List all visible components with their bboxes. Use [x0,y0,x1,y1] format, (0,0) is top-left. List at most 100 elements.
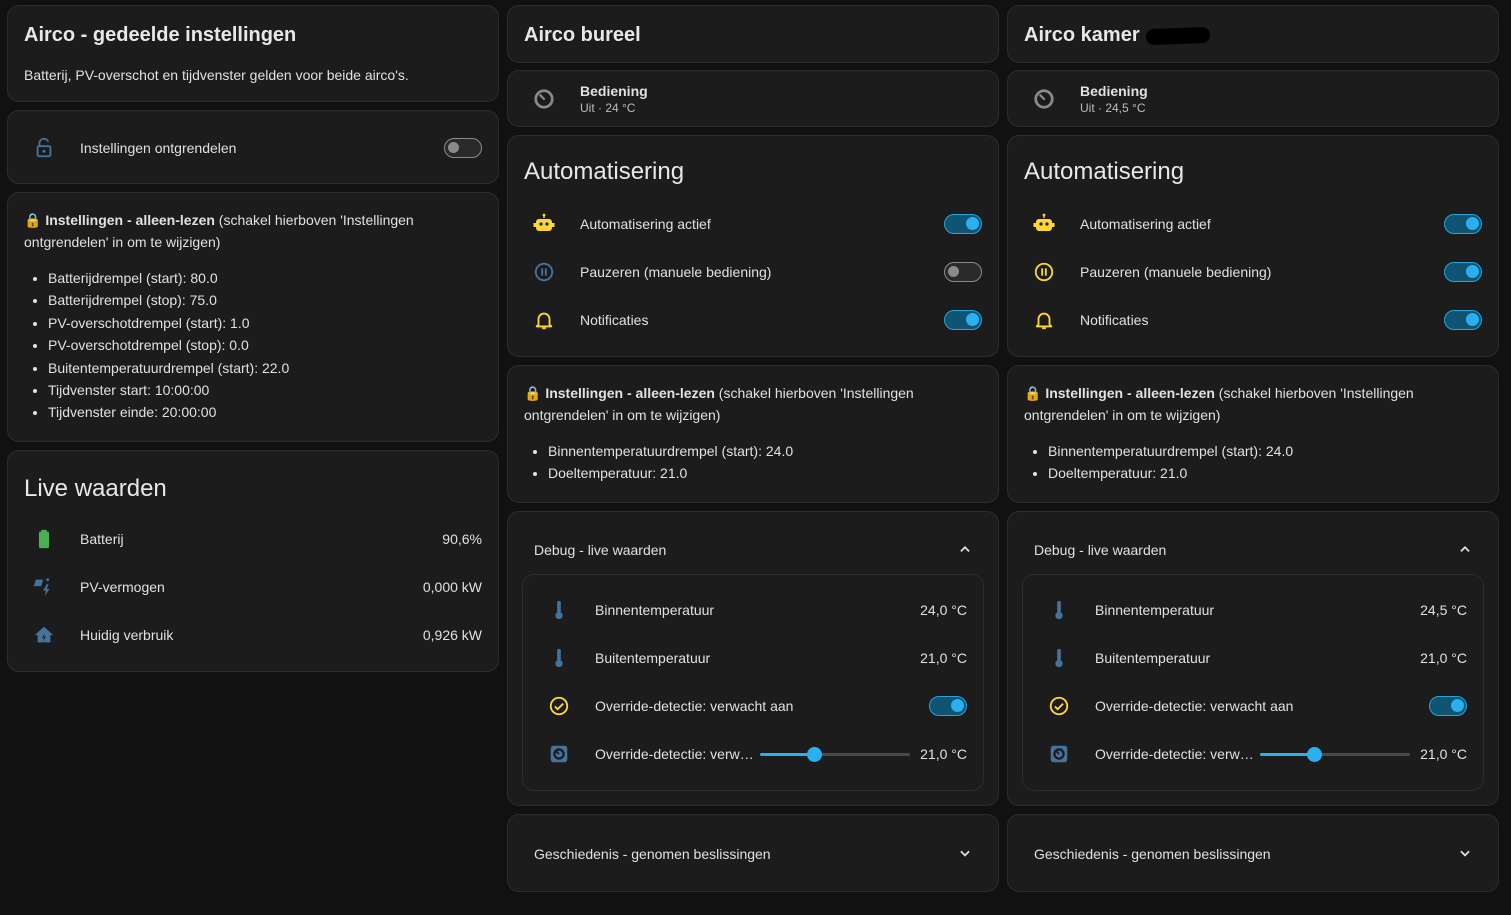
debug-expander-card: Debug - live waarden Binnentemperatuur 2… [1007,511,1499,806]
shared-settings-list: Batterijdrempel (start): 80.0 Batterijdr… [48,267,482,424]
check-circle-icon [1039,686,1079,726]
unit-title: Airco kamer [1024,24,1140,46]
unit-title: Airco bureel [524,24,641,46]
live-row-consumption[interactable]: Huidig verbruik 0,926 kW [24,615,482,655]
debug-inner-card: Binnentemperatuur 24,5 °C Buitentemperat… [1022,574,1484,791]
debug-expander-header[interactable]: Debug - live waarden [1034,540,1472,560]
solar-power-icon [24,567,64,607]
list-item: Doeltemperatuur: 21.0 [548,462,982,484]
debug-label: Override-detectie: verwacht aan [595,698,794,714]
unit-header-card: Airco bureel [507,5,999,63]
list-item: Tijdvenster einde: 20:00:00 [48,401,482,423]
pause-circle-icon [524,252,564,292]
debug-row-override-expected[interactable]: Override-detectie: verwacht aan [1039,686,1467,726]
automation-active-row[interactable]: Automatisering actief [1024,204,1482,244]
debug-row-override-slider[interactable]: Override-detectie: verw… 21,0 °C [539,734,967,774]
pause-circle-icon [1024,252,1064,292]
thermostat-box-icon [539,734,579,774]
unlock-card: Instellingen ontgrendelen [7,110,499,184]
notifications-toggle[interactable] [1444,310,1482,330]
notifications-row[interactable]: Notificaties [524,300,982,340]
unlock-toggle[interactable] [444,138,482,158]
list-item: Buitentemperatuurdrempel (start): 22.0 [48,357,482,379]
thermometer-icon [539,590,579,630]
history-title: Geschiedenis - genomen beslissingen [1034,846,1271,862]
live-value: 90,6% [442,531,482,547]
slider-fill [1260,753,1315,756]
unit-control-card[interactable]: Bediening Uit · 24,5 °C [1007,70,1499,127]
pause-toggle[interactable] [1444,262,1482,282]
debug-row-outdoor-temp[interactable]: Buitentemperatuur 21,0 °C [539,638,967,678]
unit-settings-list: Binnentemperatuurdrempel (start): 24.0 D… [548,440,982,485]
debug-label: Binnentemperatuur [595,602,715,618]
live-row-battery[interactable]: Batterij 90,6% [24,519,482,559]
robot-icon [524,204,564,244]
debug-inner-card: Binnentemperatuur 24,0 °C Buitentemperat… [522,574,984,791]
live-title: Live waarden [24,475,167,502]
unit-header-card: Airco kamer [1007,5,1499,63]
automation-active-toggle[interactable] [944,214,982,234]
history-expander-card: Geschiedenis - genomen beslissingen [507,814,999,892]
climate-entity-row[interactable]: Bediening Uit · 24 °C [524,79,982,119]
unit-readonly-card: 🔒 Instellingen - alleen-lezen (schakel h… [507,365,999,503]
pause-row[interactable]: Pauzeren (manuele bediening) [1024,252,1482,292]
live-label: PV-vermogen [80,579,165,595]
list-item: Batterijdrempel (start): 80.0 [48,267,482,289]
readonly-heading: 🔒 Instellingen - alleen-lezen [24,212,215,228]
bell-icon [524,300,564,340]
automation-card: Automatisering Automatisering actief Pau… [1007,135,1499,357]
slider-handle[interactable] [807,747,823,762]
toggle-label: Pauzeren (manuele bediening) [1080,264,1272,280]
debug-row-override-slider[interactable]: Override-detectie: verw… 21,0 °C [1039,734,1467,774]
slider-handle[interactable] [1307,747,1323,762]
unit-readonly-text: 🔒 Instellingen - alleen-lezen (schakel h… [524,382,982,485]
chevron-up-icon[interactable] [1458,542,1472,559]
control-state: Uit · 24,5 °C [1080,101,1146,115]
pause-toggle[interactable] [944,262,982,282]
override-expected-toggle[interactable] [929,696,967,716]
thermostat-dial-icon [1024,79,1064,119]
debug-row-indoor-temp[interactable]: Binnentemperatuur 24,0 °C [539,590,967,630]
shared-title: Airco - gedeelde instellingen [24,24,297,46]
debug-row-indoor-temp[interactable]: Binnentemperatuur 24,5 °C [1039,590,1467,630]
notifications-row[interactable]: Notificaties [1024,300,1482,340]
chevron-down-icon[interactable] [1458,846,1472,863]
debug-label: Binnentemperatuur [1095,602,1215,618]
override-slider[interactable] [1260,744,1411,764]
automation-active-toggle[interactable] [1444,214,1482,234]
unit-control-card[interactable]: Bediening Uit · 24 °C [507,70,999,127]
toggle-label: Notificaties [1080,312,1149,328]
unlock-label: Instellingen ontgrendelen [80,140,237,156]
unlock-row[interactable]: Instellingen ontgrendelen [24,128,482,168]
debug-value: 24,5 °C [1420,602,1467,618]
shared-readonly-card: 🔒 Instellingen - alleen-lezen (schakel h… [7,192,499,442]
history-expander-header[interactable]: Geschiedenis - genomen beslissingen [534,844,972,864]
live-value: 0,926 kW [422,627,482,643]
climate-entity-row[interactable]: Bediening Uit · 24,5 °C [1024,79,1482,119]
live-label: Huidig verbruik [80,627,174,643]
history-expander-header[interactable]: Geschiedenis - genomen beslissingen [1034,844,1472,864]
history-expander-card: Geschiedenis - genomen beslissingen [1007,814,1499,892]
live-label: Batterij [80,531,124,547]
pause-row[interactable]: Pauzeren (manuele bediening) [524,252,982,292]
automation-active-row[interactable]: Automatisering actief [524,204,982,244]
list-item: Doeltemperatuur: 21.0 [1048,462,1482,484]
unit-readonly-text: 🔒 Instellingen - alleen-lezen (schakel h… [1024,382,1482,485]
live-row-pv[interactable]: PV-vermogen 0,000 kW [24,567,482,607]
override-expected-toggle[interactable] [1429,696,1467,716]
debug-label: Buitentemperatuur [595,650,711,666]
notifications-toggle[interactable] [944,310,982,330]
shared-readonly-text: 🔒 Instellingen - alleen-lezen (schakel h… [24,209,482,424]
debug-value: 21,0 °C [1420,650,1467,666]
chevron-up-icon[interactable] [958,542,972,559]
check-circle-icon [539,686,579,726]
debug-row-override-expected[interactable]: Override-detectie: verwacht aan [539,686,967,726]
debug-expander-header[interactable]: Debug - live waarden [534,540,972,560]
debug-value: 24,0 °C [920,602,967,618]
override-slider[interactable] [760,744,911,764]
chevron-down-icon[interactable] [958,846,972,863]
debug-row-outdoor-temp[interactable]: Buitentemperatuur 21,0 °C [1039,638,1467,678]
shared-subtitle: Batterij, PV-overschot en tijdvenster ge… [24,67,409,83]
thermometer-icon [539,638,579,678]
history-title: Geschiedenis - genomen beslissingen [534,846,771,862]
